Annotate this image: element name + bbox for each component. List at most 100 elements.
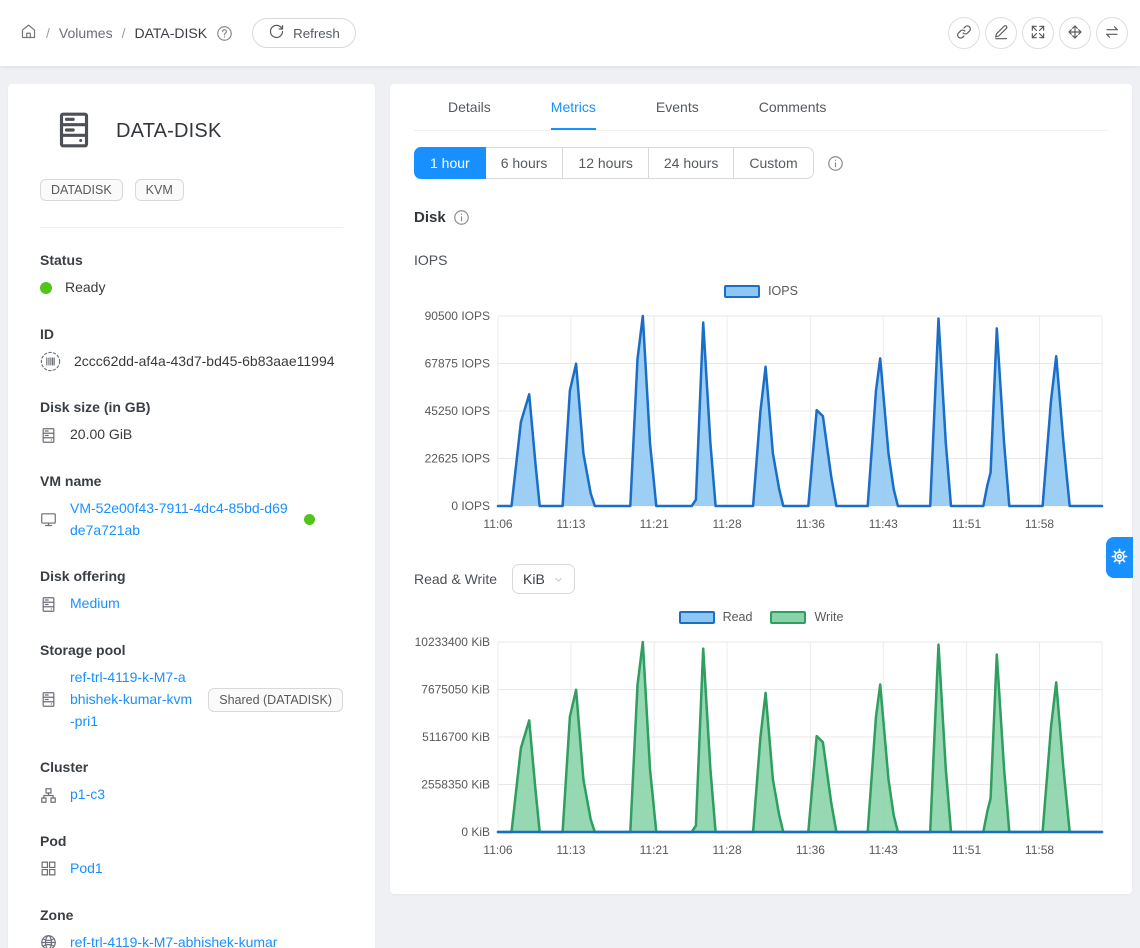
- tag-kvm: KVM: [135, 179, 184, 201]
- field-label: Zone: [40, 907, 343, 923]
- page-title: DATA-DISK: [116, 120, 222, 143]
- range-24-hours[interactable]: 24 hours: [648, 147, 734, 179]
- field-label: Disk offering: [40, 568, 343, 584]
- field-value[interactable]: ref-trl-4119-k-M7-abhishek-kumar: [70, 932, 277, 948]
- unit-select[interactable]: KiB: [512, 564, 575, 594]
- chart-legend: Read Write: [414, 608, 1108, 626]
- field-label: Status: [40, 252, 343, 268]
- breadcrumb: / Volumes / DATA-DISK Refresh: [20, 18, 356, 48]
- svg-text:11:06: 11:06: [483, 843, 512, 857]
- link-icon: [956, 24, 972, 43]
- svg-text:7675050 KiB: 7675050 KiB: [421, 683, 490, 697]
- svg-text:0 IOPS: 0 IOPS: [451, 499, 490, 513]
- chart-read-write: Read & WriteKiBReadWrite0 KiB2558350 KiB…: [414, 564, 1108, 864]
- tab-details[interactable]: Details: [448, 84, 491, 130]
- chart-iops: IOPS IOPS 0 IOPS22625 IOPS45250 IOPS67875 …: [414, 252, 1108, 538]
- svg-text:5116700 KiB: 5116700 KiB: [422, 730, 490, 744]
- field-value-row: 20.00 GiB: [40, 424, 343, 446]
- field-label: Storage pool: [40, 642, 343, 658]
- chart-title: IOPS: [414, 252, 447, 268]
- info-icon[interactable]: [453, 209, 470, 226]
- field-vm-name: VM nameVM-52e00f43-7911-4dc4-85bd-d69de7…: [40, 473, 343, 541]
- help-icon[interactable]: [216, 25, 233, 42]
- legend-swatch: [679, 611, 715, 624]
- gear-icon: [1110, 547, 1129, 569]
- resize-volume-button[interactable]: [1022, 17, 1054, 49]
- top-bar: / Volumes / DATA-DISK Refresh: [0, 0, 1140, 66]
- legend-label: IOPS: [768, 284, 798, 298]
- field-value-row: Pod1: [40, 858, 343, 880]
- range-6-hours[interactable]: 6 hours: [485, 147, 564, 179]
- volume-icon: [54, 110, 94, 153]
- range-12-hours[interactable]: 12 hours: [562, 147, 648, 179]
- tab-comments[interactable]: Comments: [759, 84, 827, 130]
- attach-volume-button[interactable]: [948, 17, 980, 49]
- range-custom[interactable]: Custom: [733, 147, 813, 179]
- field-disk-size-in-gb: Disk size (in GB)20.00 GiB: [40, 399, 343, 446]
- globe-icon: [40, 934, 57, 948]
- legend-iops[interactable]: IOPS: [724, 284, 798, 298]
- svg-text:11:43: 11:43: [869, 517, 898, 531]
- field-value[interactable]: Pod1: [70, 858, 103, 880]
- disk-section-heading: Disk: [414, 209, 1108, 226]
- legend-write[interactable]: Write: [770, 610, 843, 624]
- field-value-row: ref-trl-4119-k-M7-abhishek-kumar-kvm-pri…: [40, 667, 343, 732]
- range-1-hour[interactable]: 1 hour: [414, 147, 486, 179]
- field-value[interactable]: Medium: [70, 593, 120, 615]
- legend-label: Write: [814, 610, 843, 624]
- tab-events[interactable]: Events: [656, 84, 699, 130]
- move-icon: [1067, 24, 1083, 43]
- refresh-button[interactable]: Refresh: [252, 18, 356, 48]
- info-icon[interactable]: [827, 155, 844, 172]
- svg-text:11:21: 11:21: [640, 843, 669, 857]
- svg-text:11:13: 11:13: [556, 843, 585, 857]
- legend-read[interactable]: Read: [679, 610, 753, 624]
- svg-text:11:13: 11:13: [556, 517, 585, 531]
- field-value-row: p1-c3: [40, 784, 343, 806]
- field-id: ID 2ccc62dd-af4a-43d7-bd45-6b83aae11994: [40, 326, 343, 373]
- breadcrumb-separator: /: [122, 25, 126, 41]
- edit-volume-button[interactable]: [985, 17, 1017, 49]
- time-range-group: 1 hour6 hours12 hours24 hoursCustom: [414, 147, 814, 179]
- disk-icon: [40, 427, 57, 444]
- disk-heading-label: Disk: [414, 209, 446, 226]
- refresh-label: Refresh: [293, 26, 340, 41]
- field-value[interactable]: p1-c3: [70, 784, 105, 806]
- legend-swatch: [724, 285, 760, 298]
- legend-swatch: [770, 611, 806, 624]
- field-value[interactable]: VM-52e00f43-7911-4dc4-85bd-d69de7a721ab: [70, 498, 291, 541]
- tab-metrics[interactable]: Metrics: [551, 84, 596, 130]
- arrows-out-icon: [1030, 24, 1046, 43]
- chart-plot: 0 IOPS22625 IOPS45250 IOPS67875 IOPS9050…: [414, 302, 1108, 538]
- chart-legend: IOPS: [414, 282, 1108, 300]
- svg-text:0 KiB: 0 KiB: [461, 825, 490, 839]
- field-value-row: ref-trl-4119-k-M7-abhishek-kumar: [40, 932, 343, 948]
- svg-text:11:58: 11:58: [1025, 517, 1054, 531]
- svg-text:10233400 KiB: 10233400 KiB: [415, 635, 490, 649]
- field-value: Ready: [65, 277, 105, 299]
- change-offering-button[interactable]: [1096, 17, 1128, 49]
- desktop-icon: [40, 511, 57, 528]
- grid-icon: [40, 860, 57, 877]
- breadcrumb-separator: /: [46, 25, 50, 41]
- field-value-row: Medium: [40, 593, 343, 615]
- chart-title-row: IOPS: [414, 252, 1108, 268]
- content-area: DATA-DISK DATADISK KVM Status Ready ID 2ccc…: [0, 66, 1140, 948]
- vm-state-dot-icon: [304, 514, 315, 525]
- metrics-card: Details Metrics Events Comments 1 hour6 hou…: [390, 84, 1132, 894]
- settings-fab[interactable]: [1106, 537, 1133, 578]
- field-cluster: Clusterp1-c3: [40, 759, 343, 806]
- field-label: ID: [40, 326, 343, 342]
- divider: [40, 227, 343, 228]
- field-label: Pod: [40, 833, 343, 849]
- cluster-icon: [40, 787, 57, 804]
- migrate-volume-button[interactable]: [1059, 17, 1091, 49]
- field-value[interactable]: ref-trl-4119-k-M7-abhishek-kumar-kvm-pri…: [70, 667, 193, 732]
- field-value: 2ccc62dd-af4a-43d7-bd45-6b83aae11994: [74, 351, 335, 373]
- svg-text:11:51: 11:51: [952, 843, 981, 857]
- resource-tags: DATADISK KVM: [40, 179, 343, 201]
- detail-fields: Status Ready ID 2ccc62dd-af4a-43d7-bd45-6b8…: [40, 252, 343, 948]
- home-icon[interactable]: [20, 23, 37, 43]
- volume-actions: [948, 17, 1128, 49]
- breadcrumb-volumes[interactable]: Volumes: [59, 25, 113, 41]
